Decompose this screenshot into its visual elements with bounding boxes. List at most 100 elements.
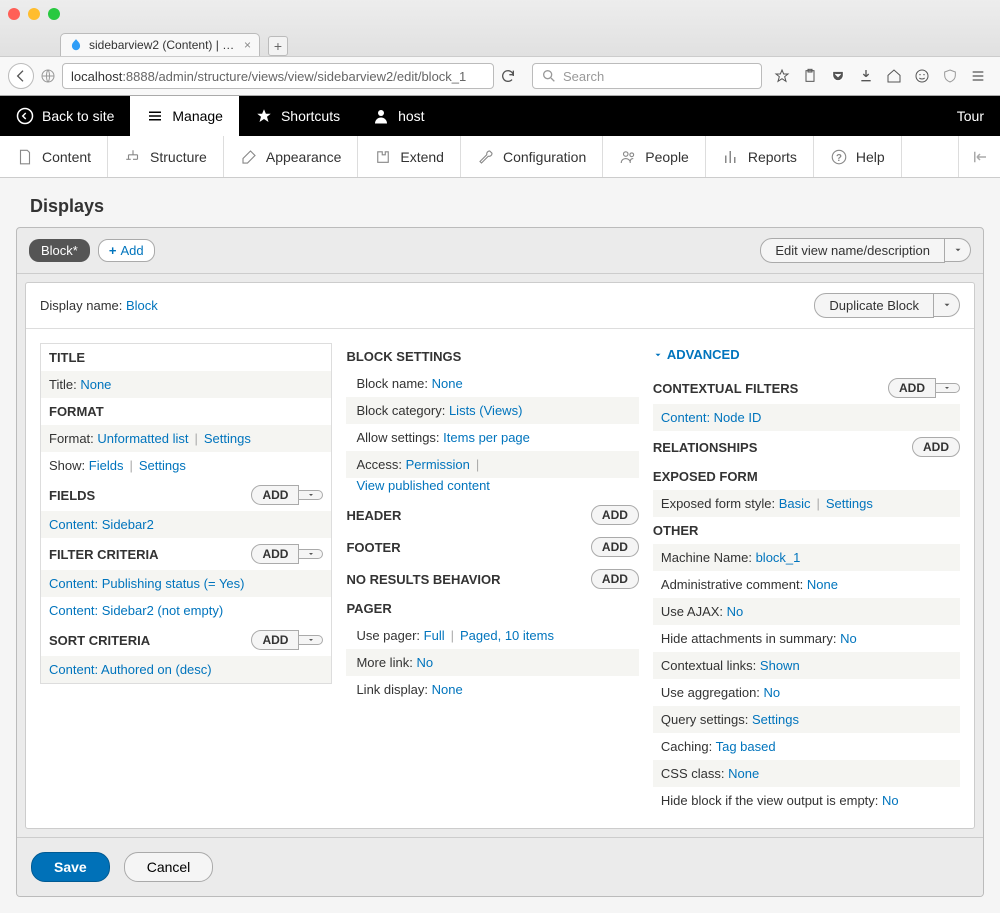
fields-add-dropdown[interactable]	[299, 490, 323, 500]
menu-content[interactable]: Content	[0, 136, 108, 177]
exposed-form-settings[interactable]: Settings	[826, 496, 873, 511]
admin-comment-value[interactable]: None	[807, 577, 838, 592]
menu-structure-label: Structure	[150, 149, 207, 165]
menu-icon[interactable]	[970, 68, 986, 84]
use-aggregation-value[interactable]: No	[764, 685, 781, 700]
edit-view-dropdown[interactable]	[945, 238, 971, 262]
fields-header: FIELDS	[49, 488, 95, 503]
star-icon[interactable]	[774, 68, 790, 84]
home-icon[interactable]	[886, 68, 902, 84]
menu-reports[interactable]: Reports	[706, 136, 814, 177]
sort-item[interactable]: Content: Authored on (desc)	[49, 662, 212, 677]
query-settings-value[interactable]: Settings	[752, 712, 799, 727]
machine-name-value[interactable]: block_1	[756, 550, 801, 565]
exposed-form-header: EXPOSED FORM	[653, 469, 758, 484]
menu-configuration[interactable]: Configuration	[461, 136, 603, 177]
shortcuts-toggle[interactable]: Shortcuts	[239, 96, 356, 136]
block-category-value[interactable]: Lists (Views)	[449, 403, 522, 418]
more-link-value[interactable]: No	[416, 655, 433, 670]
title-value[interactable]: None	[80, 377, 111, 392]
filter-add-dropdown[interactable]	[299, 549, 323, 559]
css-class-value[interactable]: None	[728, 766, 759, 781]
access-detail[interactable]: View published content	[356, 478, 489, 493]
display-name-label: Display name:	[40, 298, 122, 313]
collapse-menu-button[interactable]	[958, 136, 1000, 177]
sort-add-dropdown[interactable]	[299, 635, 323, 645]
tab-title: sidebarview2 (Content) | H...	[89, 38, 238, 52]
browser-search[interactable]: Search	[532, 63, 762, 89]
manage-toggle[interactable]: Manage	[130, 96, 239, 136]
link-display-value[interactable]: None	[432, 682, 463, 697]
user-label: host	[398, 108, 424, 124]
hide-empty-value[interactable]: No	[882, 793, 899, 808]
use-pager-label: Use pager:	[356, 628, 420, 643]
hide-attachments-value[interactable]: No	[840, 631, 857, 646]
tour-button[interactable]: ? Tour	[935, 108, 1000, 124]
shield-icon[interactable]	[942, 68, 958, 84]
url-bar[interactable]: localhost:8888/admin/structure/views/vie…	[62, 63, 494, 89]
manage-label: Manage	[172, 108, 223, 124]
menu-appearance[interactable]: Appearance	[224, 136, 359, 177]
footer-add-button[interactable]: Add	[591, 537, 639, 557]
minimize-window-icon[interactable]	[28, 8, 40, 20]
filter-add-button[interactable]: Add	[251, 544, 299, 564]
sort-header: SORT CRITERIA	[49, 633, 150, 648]
advanced-toggle[interactable]: ADVANCED	[653, 343, 960, 372]
format-settings-link[interactable]: Settings	[204, 431, 251, 446]
tab-close-icon[interactable]: ×	[244, 38, 251, 52]
back-to-site[interactable]: Back to site	[0, 96, 130, 136]
title-label: Title:	[49, 377, 77, 392]
rel-add-button[interactable]: Add	[912, 437, 960, 457]
menu-people[interactable]: People	[603, 136, 706, 177]
use-pager-value[interactable]: Full	[424, 628, 445, 643]
exposed-form-value[interactable]: Basic	[779, 496, 811, 511]
menu-help[interactable]: ?Help	[814, 136, 902, 177]
cancel-button[interactable]: Cancel	[124, 852, 214, 882]
header-add-button[interactable]: Add	[591, 505, 639, 525]
maximize-window-icon[interactable]	[48, 8, 60, 20]
display-tab-block[interactable]: Block*	[29, 239, 90, 262]
block-name-value[interactable]: None	[432, 376, 463, 391]
caching-value[interactable]: Tag based	[716, 739, 776, 754]
duplicate-block-button[interactable]: Duplicate Block	[814, 293, 934, 318]
pager-header: PAGER	[346, 595, 638, 622]
cf-add-button[interactable]: Add	[888, 378, 936, 398]
allow-settings-value[interactable]: Items per page	[443, 430, 530, 445]
filter-item[interactable]: Content: Sidebar2 (not empty)	[49, 603, 223, 618]
noresults-add-button[interactable]: Add	[591, 569, 639, 589]
download-icon[interactable]	[858, 68, 874, 84]
pocket-icon[interactable]	[830, 68, 846, 84]
search-placeholder: Search	[563, 69, 604, 84]
reload-button[interactable]	[500, 68, 526, 84]
menu-extend[interactable]: Extend	[358, 136, 461, 177]
url-path: :8888/admin/structure/views/view/sidebar…	[122, 69, 466, 84]
contextual-filter-item[interactable]: Content: Node ID	[661, 410, 761, 425]
filter-item[interactable]: Content: Publishing status (= Yes)	[49, 576, 244, 591]
contextual-links-value[interactable]: Shown	[760, 658, 800, 673]
add-display-button[interactable]: +Add	[98, 239, 155, 262]
format-value[interactable]: Unformatted list	[97, 431, 188, 446]
save-button[interactable]: Save	[31, 852, 110, 882]
pager-detail[interactable]: Paged, 10 items	[460, 628, 554, 643]
clipboard-icon[interactable]	[802, 68, 818, 84]
new-tab-button[interactable]: +	[268, 36, 288, 56]
cf-add-dropdown[interactable]	[936, 383, 960, 393]
browser-tab[interactable]: sidebarview2 (Content) | H... ×	[60, 33, 260, 56]
show-settings-link[interactable]: Settings	[139, 458, 186, 473]
show-value[interactable]: Fields	[89, 458, 124, 473]
edit-view-name-button[interactable]: Edit view name/description	[760, 238, 945, 263]
sort-add-button[interactable]: Add	[251, 630, 299, 650]
duplicate-block-dropdown[interactable]	[934, 293, 960, 317]
fields-add-button[interactable]: Add	[251, 485, 299, 505]
field-item[interactable]: Content: Sidebar2	[49, 517, 154, 532]
user-menu[interactable]: host	[356, 96, 440, 136]
back-button[interactable]	[8, 63, 34, 89]
link-display-label: Link display:	[356, 682, 428, 697]
access-value[interactable]: Permission	[406, 457, 470, 472]
block-settings-header: BLOCK SETTINGS	[346, 343, 638, 370]
use-ajax-value[interactable]: No	[727, 604, 744, 619]
menu-structure[interactable]: Structure	[108, 136, 224, 177]
close-window-icon[interactable]	[8, 8, 20, 20]
face-icon[interactable]	[914, 68, 930, 84]
display-name-link[interactable]: Block	[126, 298, 158, 313]
